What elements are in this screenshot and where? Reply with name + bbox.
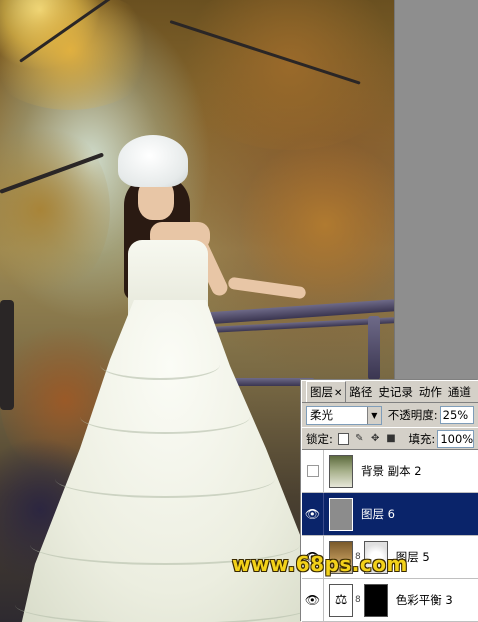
watermark: www.68ps.com bbox=[232, 552, 408, 576]
layers-list: 背景 副本 2 👁 图层 6 👁 8 图层 5 👁 ⚖ 8 色彩平衡 3 bbox=[302, 449, 478, 622]
visibility-toggle[interactable]: 👁 bbox=[302, 579, 324, 621]
layer-row-bg-copy-2[interactable]: 背景 副本 2 bbox=[302, 450, 478, 493]
dress-ruffle bbox=[15, 585, 315, 622]
close-icon[interactable]: ✕ bbox=[334, 388, 342, 399]
fill-label: 填充: bbox=[408, 431, 436, 446]
layer-thumbnail bbox=[329, 454, 353, 488]
blend-mode-select[interactable]: 柔光 ▼ bbox=[306, 405, 382, 425]
adjustment-layer-icon: ⚖ bbox=[329, 583, 353, 617]
dress-ruffle bbox=[80, 400, 250, 434]
hidden-eye-icon bbox=[306, 465, 319, 477]
chain-link-icon[interactable]: 8 bbox=[355, 595, 361, 605]
lock-label: 锁定: bbox=[306, 431, 333, 446]
fill-input[interactable]: 100% bbox=[437, 429, 475, 448]
layer-row-layer-6[interactable]: 👁 图层 6 bbox=[302, 493, 478, 536]
lock-transparent-icon[interactable] bbox=[337, 432, 349, 445]
eye-icon: 👁 bbox=[304, 507, 321, 521]
blend-mode-value: 柔光 bbox=[310, 408, 333, 422]
dress-ruffle bbox=[100, 350, 220, 380]
tab-label: 史记录 bbox=[378, 385, 413, 399]
layer-row-color-balance-3[interactable]: 👁 ⚖ 8 色彩平衡 3 bbox=[302, 579, 478, 622]
move-icon[interactable]: ✥ bbox=[370, 433, 381, 445]
lock-row: 锁定: ✎ ✥ ■ 填充: 100% bbox=[302, 427, 478, 449]
tab-label: 图层 bbox=[310, 385, 333, 399]
tab-channels[interactable]: 通道 bbox=[445, 382, 474, 402]
tab-layers[interactable]: 图层✕ bbox=[306, 381, 347, 402]
dress-ruffle bbox=[55, 460, 275, 498]
opacity-input[interactable]: 25% bbox=[439, 406, 474, 424]
opacity-label: 不透明度: bbox=[387, 408, 438, 422]
visibility-toggle[interactable]: 👁 bbox=[302, 493, 324, 535]
tab-history[interactable]: 史记录 bbox=[375, 382, 416, 402]
tab-label: 动作 bbox=[418, 385, 442, 399]
fur-hat bbox=[118, 135, 188, 187]
foliage bbox=[170, 0, 394, 150]
eye-icon: 👁 bbox=[304, 593, 321, 607]
tab-actions[interactable]: 动作 bbox=[416, 382, 445, 402]
lock-icon[interactable]: ■ bbox=[386, 433, 397, 445]
visibility-toggle[interactable] bbox=[302, 450, 324, 492]
railing-post bbox=[368, 316, 380, 380]
layer-thumbnail bbox=[329, 497, 353, 531]
foliage bbox=[0, 120, 110, 300]
layer-name: 背景 副本 2 bbox=[361, 464, 422, 478]
blend-row: 柔光 ▼ 不透明度: 25% bbox=[302, 403, 478, 427]
layer-mask-thumbnail[interactable] bbox=[363, 583, 388, 617]
tab-paths[interactable]: 路径 bbox=[346, 382, 375, 402]
layer-name: 图层 6 bbox=[361, 507, 395, 521]
tree-trunk bbox=[0, 300, 14, 410]
tab-label: 通道 bbox=[447, 385, 471, 399]
tab-label: 路径 bbox=[349, 385, 373, 399]
layers-panel: 图层✕ 路径 史记录 动作 通道 柔光 ▼ 不透明度: 25% 锁定: ✎ ✥ … bbox=[301, 380, 478, 622]
brush-icon[interactable]: ✎ bbox=[354, 433, 365, 445]
layer-name: 色彩平衡 3 bbox=[395, 593, 453, 607]
panel-tabs: 图层✕ 路径 史记录 动作 通道 bbox=[302, 381, 478, 403]
canvas-background bbox=[394, 0, 478, 380]
chevron-down-icon[interactable]: ▼ bbox=[366, 406, 381, 424]
